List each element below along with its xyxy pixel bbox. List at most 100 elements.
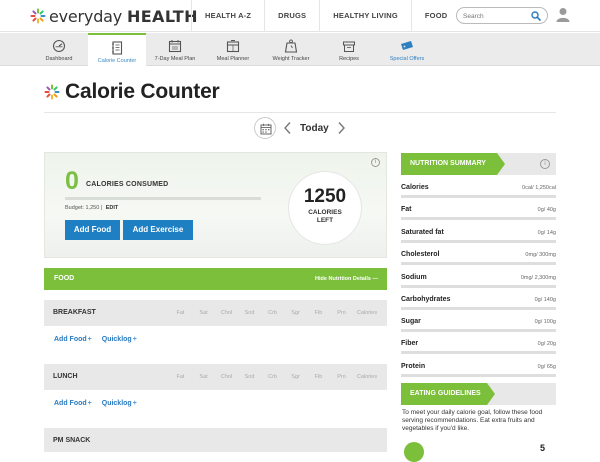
tab-label: Calorie Counter	[97, 58, 137, 64]
tab-dashboard[interactable]: Dashboard	[30, 33, 88, 66]
burst-logo-icon	[30, 8, 46, 24]
nutrient-value: 0g/ 100g	[534, 319, 556, 325]
meal-row-breakfast: BREAKFAST Fat Sat Chol Sod Crb Sgr Fib P…	[44, 300, 387, 326]
nutrient-label: Cholesterol	[401, 251, 440, 258]
chevron-left-icon[interactable]	[282, 121, 294, 135]
column-crb: Crb	[268, 374, 277, 380]
column-sat: Sat	[199, 374, 208, 380]
everyday-health-logo[interactable]: everyday HEALTH	[30, 6, 198, 26]
recipe-box-icon	[343, 41, 355, 52]
tab-weight-tracker[interactable]: Weight Tracker	[262, 33, 320, 66]
nav-health-a-z[interactable]: HEALTH A-Z	[191, 0, 264, 32]
tab-label: Weight Tracker	[272, 56, 310, 62]
budget-line: Budget: 1,250 | EDIT	[65, 205, 118, 211]
nutrient-progress-bar	[401, 217, 556, 220]
nutrient-value: 0g/ 40g	[537, 207, 556, 213]
nutrient-value: 0g/ 14g	[537, 230, 556, 236]
nutrient-progress-bar	[401, 240, 556, 243]
calories-left-label: CALORIES LEFT	[289, 209, 361, 225]
quicklog-link[interactable]: Quicklog+	[102, 336, 137, 343]
tab-recipes[interactable]: Recipes	[320, 33, 378, 66]
nutrition-summary-header: NUTRITION SUMMARY i	[401, 153, 556, 175]
nutrient-progress-bar	[401, 374, 556, 377]
nav-healthy-living[interactable]: HEALTHY LIVING	[319, 0, 411, 32]
quicklog-link-label: Quicklog	[101, 400, 132, 407]
quicklog-link[interactable]: Quicklog+	[102, 400, 137, 407]
tab-label: 7-Day Meal Plan	[154, 56, 196, 62]
nutrient-row-calories: Calories 0cal/ 1,250cal	[401, 177, 556, 199]
column-fat: Fat	[176, 374, 185, 380]
column-sat: Sat	[199, 310, 208, 316]
tab-label: Meal Planner	[216, 56, 250, 62]
column-pro: Pro	[337, 310, 346, 316]
lunch-actions: Add Food+ Quicklog+	[54, 400, 147, 407]
edit-budget-link[interactable]: EDIT	[106, 205, 119, 211]
column-chol: Chol	[220, 310, 233, 316]
add-food-link[interactable]: Add Food+	[54, 336, 92, 343]
nutrient-row-protein: Protein 0g/ 65g	[401, 356, 556, 378]
nutrient-row-saturated-fat: Saturated fat 0g/ 14g	[401, 222, 556, 244]
nutrient-label: Protein	[401, 363, 426, 370]
nutrient-row-sugar: Sugar 0g/ 100g	[401, 311, 556, 333]
user-account-icon[interactable]	[556, 7, 570, 22]
add-food-link-label: Add Food	[54, 400, 87, 407]
notebook-icon	[112, 41, 123, 55]
calories-left-value: 1250	[303, 186, 347, 207]
nutrient-label: Sugar	[401, 318, 421, 325]
current-date-label: Today	[300, 122, 329, 134]
nutrient-columns: Fat Sat Chol Sod Crb Sgr Fib Pro Calorie…	[169, 310, 381, 316]
nutrient-value: 0g/ 65g	[537, 364, 556, 370]
title-divider	[44, 112, 556, 113]
meal-name: BREAKFAST	[53, 309, 96, 316]
burst-logo-icon	[44, 84, 60, 100]
nutrient-value: 0mg/ 2,300mg	[520, 275, 556, 281]
nutrient-columns: Fat Sat Chol Sod Crb Sgr Fib Pro Calorie…	[169, 374, 381, 380]
search-input[interactable]	[463, 10, 529, 22]
chevron-right-icon[interactable]	[335, 121, 347, 135]
tab-7-day-meal-plan[interactable]: 7-Day Meal Plan	[146, 33, 204, 66]
column-fat: Fat	[176, 310, 185, 316]
eating-guidelines-title: EATING GUIDELINES	[401, 383, 495, 405]
calories-left-circle: 1250 CALORIES LEFT	[289, 172, 361, 244]
plus-icon: +	[87, 336, 92, 343]
info-icon[interactable]: i	[371, 158, 380, 167]
column-sod: Sod	[244, 310, 255, 316]
nutrient-row-sodium: Sodium 0mg/ 2,300mg	[401, 267, 556, 289]
add-exercise-button[interactable]: Add Exercise	[123, 220, 193, 240]
calorie-summary-panel: 0 CALORIES CONSUMED Budget: 1,250 | EDIT…	[44, 152, 387, 258]
nutrient-value: 0cal/ 1,250cal	[522, 185, 556, 191]
planner-icon	[226, 40, 240, 53]
meal-row-pm-snack: PM SNACK	[44, 428, 387, 452]
nav-food[interactable]: FOOD	[410, 0, 460, 32]
add-food-button[interactable]: Add Food	[65, 220, 120, 240]
calories-left-label-line1: CALORIES	[308, 209, 342, 216]
add-food-link[interactable]: Add Food+	[54, 400, 92, 407]
date-picker-button[interactable]	[254, 117, 276, 139]
column-fib: Fib	[314, 310, 323, 316]
nutrient-progress-bar	[401, 262, 556, 265]
column-sod: Sod	[244, 374, 255, 380]
food-section-header: FOOD Hide Nutrition Details —	[44, 268, 387, 290]
food-group-circle	[404, 442, 424, 462]
tab-calorie-counter[interactable]: Calorie Counter	[88, 33, 146, 66]
nutrient-progress-bar	[401, 351, 556, 354]
add-food-link-label: Add Food	[54, 336, 87, 343]
hide-nutrition-details-link[interactable]: Hide Nutrition Details —	[315, 276, 378, 282]
tab-meal-planner[interactable]: Meal Planner	[204, 33, 262, 66]
column-chol: Chol	[220, 374, 233, 380]
nutrition-summary-title: NUTRITION SUMMARY	[401, 153, 505, 175]
nutrient-label: Saturated fat	[401, 229, 444, 236]
nutrient-progress-bar	[401, 195, 556, 198]
tab-special-offers[interactable]: Special Offers	[378, 33, 436, 66]
column-calories: Calories	[356, 310, 378, 316]
nav-drugs[interactable]: DRUGS	[264, 0, 319, 32]
info-icon[interactable]: i	[540, 159, 550, 169]
search-icon[interactable]	[531, 11, 541, 21]
page-title-block: Calorie Counter	[44, 78, 220, 106]
meal-name: PM SNACK	[53, 437, 91, 444]
column-crb: Crb	[268, 310, 277, 316]
nutrient-row-fat: Fat 0g/ 40g	[401, 199, 556, 221]
calendar-icon	[260, 123, 272, 135]
nutrient-label: Carbohydrates	[401, 296, 451, 303]
nutrient-value: 0mg/ 300mg	[525, 252, 556, 258]
